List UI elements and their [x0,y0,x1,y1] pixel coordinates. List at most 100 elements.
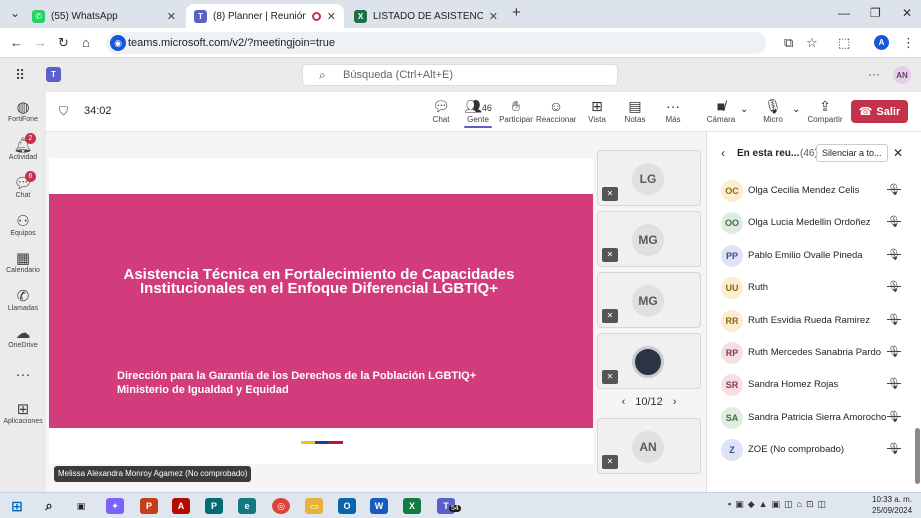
leave-label: Salir [876,105,901,118]
word-icon[interactable]: W [370,498,388,514]
reload-icon[interactable]: ↻ [58,35,69,51]
participant-row[interactable]: RP Ruth Mercedes Sanabria Pardo 🎙︎ [707,337,921,369]
video-tile[interactable]: MG ✕ [597,211,701,267]
cloud-icon: ☁︎ [15,325,31,342]
rail-item-actividad[interactable]: 🔔︎ 2 Actividad [0,133,46,161]
tab-title: LISTADO DE ASISTENCIA - ASIS... [373,10,483,22]
back-chevron-icon[interactable]: ‹ [721,146,725,160]
close-tab-icon[interactable]: ✕ [327,10,336,23]
tab-list-icon[interactable]: ⌄ [10,6,20,20]
close-window-icon[interactable]: ✕ [902,6,912,20]
site-info-icon[interactable]: ◉ [110,35,126,51]
mic-off-icon: ✕ [602,455,618,469]
powerpoint-icon[interactable]: P [140,498,158,514]
tile-avatar: LG [632,163,664,195]
activity-badge: 2 [25,133,36,144]
more-icon[interactable]: ··· [868,67,880,81]
close-panel-icon[interactable]: ✕ [893,146,903,160]
people-button[interactable]: 👥︎46 Gente [464,98,492,128]
participant-row[interactable]: OO Olga Lucia Medellin Ordoñez 🎙︎ [707,207,921,239]
rail-item-chat[interactable]: 💬︎ 6 Chat [0,171,46,199]
rail-item-fortifone[interactable]: ◍ FortiFone [0,98,46,123]
participant-row[interactable]: SA Sandra Patricia Sierra Amorocho 🎙︎ [707,402,921,434]
camera-options-chevron-icon[interactable]: ⌄ [740,104,748,115]
excel-icon[interactable]: X [403,498,421,514]
chrome-icon[interactable]: ◎ [272,498,290,514]
next-page-icon[interactable]: › [673,396,677,408]
search-input[interactable]: ⌕ Búsqueda (Ctrl+Alt+E) [302,64,618,86]
extensions-icon[interactable]: ⬚ [838,35,850,51]
forward-icon[interactable]: → [34,35,47,50]
browser-menu-icon[interactable]: ⋮ [902,35,915,51]
bookmark-star-icon[interactable]: ☆ [806,35,818,51]
new-tab-icon[interactable]: + [512,4,521,21]
view-button[interactable]: ⊞ Vista [584,98,610,124]
mic-options-chevron-icon[interactable]: ⌄ [792,104,800,115]
people-count: 46 [481,103,492,113]
edge-icon[interactable]: e [238,498,256,514]
toolbar-label: Gente [467,115,489,124]
search-icon[interactable]: ⌕ [40,498,58,514]
leave-button[interactable]: ☎︎ Salir [851,100,908,123]
system-clock[interactable]: 10:33 a. m. 25/09/2024 [872,494,912,516]
copilot-icon[interactable]: ✦ [106,498,124,514]
app-launcher-icon[interactable]: ⠿ [15,67,25,84]
rail-item-aplicaciones[interactable]: ⊞ Aplicaciones [0,400,46,425]
mic-off-icon: 🎙︎ [887,313,901,326]
mute-all-button[interactable]: Silenciar a to... [816,144,888,162]
participant-row[interactable]: Z ZOE (No comprobado) 🎙︎ [707,434,921,466]
video-tile[interactable]: LG ✕ [597,150,701,206]
profile-avatar[interactable]: A [874,35,889,50]
panel-scrollbar[interactable] [915,428,920,484]
camera-button[interactable]: ■̸ Cámara [706,98,736,124]
previous-page-icon[interactable]: ‹ [622,396,626,408]
video-tile[interactable]: MG ✕ [597,272,701,328]
participant-avatar: Z [721,439,743,462]
url-field[interactable]: ◉ teams.microsoft.com/v2/?meetingjoin=tr… [106,32,766,54]
tab-excel[interactable]: X LISTADO DE ASISTENCIA - ASIS... ✕ [346,4,506,28]
rail-item-more[interactable]: ··· [0,366,46,384]
home-icon[interactable]: ⌂ [82,35,90,50]
toolbar-label: Notas [624,115,646,124]
rail-item-equipos[interactable]: ⚇ Equipos [0,212,46,237]
more-button[interactable]: ··· Más [660,98,686,124]
mic-button[interactable]: 🎙︎ Micro [760,98,786,124]
participant-row[interactable]: RR Ruth Esvidia Rueda Ramirez 🎙︎ [707,305,921,337]
raise-hand-button[interactable]: ✋︎ Participar [499,98,533,124]
task-view-icon[interactable]: ▣ [72,498,90,514]
profile-photo-avatar [632,346,664,378]
close-tab-icon[interactable]: ✕ [167,10,176,23]
rail-item-llamadas[interactable]: ✆ Llamadas [0,287,46,312]
participant-row[interactable]: UU Ruth 🎙︎ [707,272,921,304]
project-icon[interactable]: P [205,498,223,514]
close-tab-icon[interactable]: ✕ [489,10,498,23]
back-icon[interactable]: ← [10,35,23,50]
notes-button[interactable]: ▤ Notas [622,98,648,124]
react-button[interactable]: ☺ Reaccionar [536,98,576,124]
participant-row[interactable]: SR Sandra Homez Rojas 🎙︎ [707,369,921,401]
outlook-icon[interactable]: O [338,498,356,514]
phone-app-icon: ◍ [16,99,30,116]
tab-teams[interactable]: T (8) Planner | Reunión de M... ✕ [186,4,344,28]
panel-title: En esta reu... [737,148,800,159]
flag-stripe [301,441,343,444]
file-explorer-icon[interactable]: ▭ [305,498,323,514]
maximize-icon[interactable]: ❐ [870,6,881,20]
cast-icon[interactable]: ⧉ [784,35,793,51]
video-tile[interactable]: ✕ [597,333,701,389]
chat-button[interactable]: 💬︎ Chat [428,98,454,124]
share-button[interactable]: ⇪ Compartir [806,98,844,124]
pdf-icon[interactable]: A [172,498,190,514]
participant-row[interactable]: OC Olga Cecilia Mendez Celis 🎙︎ [707,175,921,207]
rail-item-calendario[interactable]: ▦ Calendario [0,249,46,274]
participant-row[interactable]: PP Pablo Emilio Ovalle Pineda 🎙︎ [707,240,921,272]
windows-start-icon[interactable]: ⊞ [8,498,26,514]
shield-icon[interactable]: ⛉ [59,104,68,119]
rail-item-onedrive[interactable]: ☁︎ OneDrive [0,324,46,349]
video-tile[interactable]: AN ✕ [597,418,701,474]
minimize-icon[interactable]: — [838,6,850,20]
mic-off-icon: ✕ [602,248,618,262]
system-tray-icons[interactable]: ▪▣◆▲▣◫⌂⊡◫ [728,499,830,510]
tab-whatsapp[interactable]: ✆ (55) WhatsApp ✕ [24,4,184,28]
user-avatar[interactable]: AN [893,66,911,84]
